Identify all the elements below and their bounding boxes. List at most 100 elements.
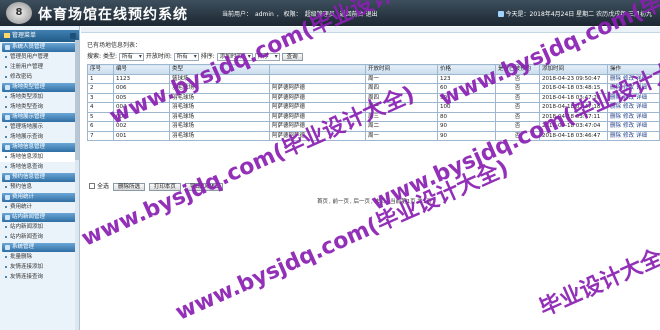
cell-no: 3 <box>87 92 114 103</box>
sidebar-group-header[interactable]: 预约信息管理 <box>2 173 77 182</box>
sidebar-group-header[interactable]: 场地信息管理 <box>2 143 77 152</box>
delete-link[interactable]: 删除 <box>610 104 621 110</box>
sidebar-item[interactable]: 场地类型查询 <box>0 102 79 112</box>
sidebar-group-header[interactable]: 系统管理 <box>2 243 77 252</box>
cell-type: 羽毛球场 <box>169 121 270 132</box>
delete-link[interactable]: 删除 <box>610 95 621 101</box>
sidebar-group-header[interactable]: 场地展示管理 <box>2 113 77 122</box>
sidebar-item[interactable]: 站内新闻查询 <box>0 232 79 242</box>
detail-link[interactable]: 详细 <box>636 133 647 139</box>
sidebar-group-header[interactable]: 场地类型管理 <box>2 83 77 92</box>
sidebar: 管理菜单 系统人员管理 管理员用户管理 注册用户管理 修改密码 场地类型管理 场地类型添加… <box>0 26 80 330</box>
sidebar-item[interactable]: 场地信息添加 <box>0 152 79 162</box>
export-excel-button[interactable]: 导出EXCEL <box>184 183 224 191</box>
sidebar-title[interactable]: 管理菜单 <box>0 30 79 42</box>
edit-link[interactable]: 修改 <box>623 76 634 82</box>
cell-booked: 否 <box>495 92 540 103</box>
detail-link[interactable]: 详细 <box>636 114 647 120</box>
pagination: 首页, 前一页, 后一页, 末页, 当前第1页,共1页 <box>317 199 432 205</box>
open-time-select[interactable]: 所有 <box>173 52 199 61</box>
delete-selected-button[interactable]: 删除所选 <box>112 183 145 191</box>
pager-status: 当前第1页,共1页 <box>390 199 432 205</box>
logout-link[interactable]: 退出 <box>366 11 378 18</box>
delete-link[interactable]: 删除 <box>610 114 621 120</box>
venue-table: 序号 编号 类型 开放时间 价格 是否已被预约 添加时间 操作 1 1123 篮球场 周一 123 否 2… <box>87 64 660 141</box>
cell-type: 羽毛球场 <box>169 92 270 103</box>
sidebar-item[interactable]: 场地类型添加 <box>0 92 79 102</box>
cell-booked: 否 <box>495 83 540 94</box>
pager-first[interactable]: 首页 <box>317 199 328 205</box>
delete-link[interactable]: 删除 <box>610 76 621 82</box>
delete-link[interactable]: 删除 <box>610 123 621 129</box>
cell-price: 60 <box>437 83 496 94</box>
sidebar-item[interactable]: 批量删除 <box>0 252 79 262</box>
top-header-bar: 8 体育场馆在线预约系统 当前用户： admin, 权限： 超级管理员 返回前台 退… <box>0 0 660 26</box>
sidebar-item[interactable]: 站内新闻添加 <box>0 222 79 232</box>
current-user-label: 当前用户： <box>222 11 253 18</box>
column-header: 类型 <box>169 64 270 75</box>
edit-link[interactable]: 修改 <box>623 123 634 129</box>
sidebar-item[interactable]: 场地展示查询 <box>0 132 79 142</box>
sidebar-item[interactable]: 预约信息 <box>0 182 79 192</box>
table-row: 1 1123 篮球场 周一 123 否 2018-04-23 09:50:47 删除 修改 详细 <box>87 73 660 84</box>
detail-link[interactable]: 详细 <box>636 104 647 110</box>
column-header: 是否已被预约 <box>495 64 540 75</box>
detail-link[interactable]: 详细 <box>636 95 647 101</box>
sidebar-item[interactable]: 注册用户管理 <box>0 62 79 72</box>
sort-order-select[interactable]: 降序 <box>254 52 280 61</box>
sidebar-item[interactable]: 友情连接查询 <box>0 272 79 282</box>
delete-link[interactable]: 删除 <box>610 85 621 91</box>
sidebar-item[interactable]: 管理场地展示 <box>0 122 79 132</box>
cell-added: 2018-04-18 03:47:18 <box>539 102 608 113</box>
sidebar-item[interactable]: 修改密码 <box>0 72 79 82</box>
table-row: 3 005 羽毛球场 阿萨德阿萨德 周四 90 否 2018-04-18 03:47:26 删除… <box>87 92 660 103</box>
sidebar-group-header[interactable]: 站内新闻管理 <box>2 213 77 222</box>
select-all-checkbox[interactable] <box>89 183 95 189</box>
user-info: 当前用户： admin, 权限： 超级管理员 返回前台 退出 <box>222 11 378 18</box>
sidebar-item[interactable]: 管理员用户管理 <box>0 52 79 62</box>
sidebar-group-header[interactable]: 系统人员管理 <box>2 43 77 52</box>
detail-link[interactable]: 详细 <box>636 123 647 129</box>
type-label: 类型 <box>102 53 115 60</box>
edit-link[interactable]: 修改 <box>623 104 634 110</box>
sidebar-item[interactable]: 友情连接添加 <box>0 262 79 272</box>
edit-link[interactable]: 修改 <box>623 133 634 139</box>
detail-link[interactable]: 详细 <box>636 76 647 82</box>
sort-field-select[interactable]: 添加时间 <box>216 52 253 61</box>
table-row: 4 004 羽毛球场 阿萨德阿萨德 周一 100 否 2018-04-18 03:47:18 删… <box>87 102 660 113</box>
table-row: 6 002 羽毛球场 阿萨德阿萨德 周二 90 否 2018-04-18 03:47:04 删除… <box>87 121 660 132</box>
type-select[interactable]: 所有 <box>118 52 144 61</box>
delete-link[interactable]: 删除 <box>610 133 621 139</box>
pager-next[interactable]: 后一页 <box>354 199 371 205</box>
edit-link[interactable]: 修改 <box>623 95 634 101</box>
edit-link[interactable]: 修改 <box>623 85 634 91</box>
cell-desc: 阿萨德阿萨德 <box>269 130 366 141</box>
table-row: 7 001 羽毛球场 阿萨德阿萨德 周一 90 否 2018-04-18 03:46:47 删除… <box>87 130 660 141</box>
content-topstrip <box>81 27 660 33</box>
sort-label: 排序 <box>200 53 213 60</box>
sidebar-item[interactable]: 费用统计 <box>0 202 79 212</box>
cell-actions: 删除 修改 详细 <box>607 111 660 122</box>
sidebar-scroll-thumb[interactable] <box>75 40 79 160</box>
username: admin <box>255 11 274 18</box>
edit-link[interactable]: 修改 <box>623 114 634 120</box>
pager-last[interactable]: 末页 <box>375 199 386 205</box>
open-time-label: 开放时间 <box>145 53 170 60</box>
select-all-label: 全选 <box>97 183 110 190</box>
cell-type: 羽毛球场 <box>169 130 270 141</box>
column-header: 开放时间 <box>365 64 438 75</box>
print-page-button[interactable]: 打印本页 <box>148 183 181 191</box>
app-logo: 8 <box>6 2 32 24</box>
cell-price: 90 <box>437 121 496 132</box>
sidebar-item[interactable]: 场地信息查询 <box>0 162 79 172</box>
sidebar-group-header[interactable]: 费用统计 <box>2 193 77 202</box>
cell-added: 2018-04-23 09:50:47 <box>539 73 608 84</box>
pager-prev[interactable]: 前一页 <box>333 199 350 205</box>
sidebar-scrollbar[interactable] <box>75 40 79 330</box>
main-content: 已有场地信息列表： 搜索: 类型: 所有 开放时间: 所有 排序: 添加时间 降… <box>81 27 660 330</box>
home-link[interactable]: 返回前台 <box>340 11 364 18</box>
cell-actions: 删除 修改 详细 <box>607 102 660 113</box>
detail-link[interactable]: 详细 <box>636 85 647 91</box>
column-header: 序号 <box>87 64 114 75</box>
query-button[interactable]: 查询 <box>281 52 303 61</box>
